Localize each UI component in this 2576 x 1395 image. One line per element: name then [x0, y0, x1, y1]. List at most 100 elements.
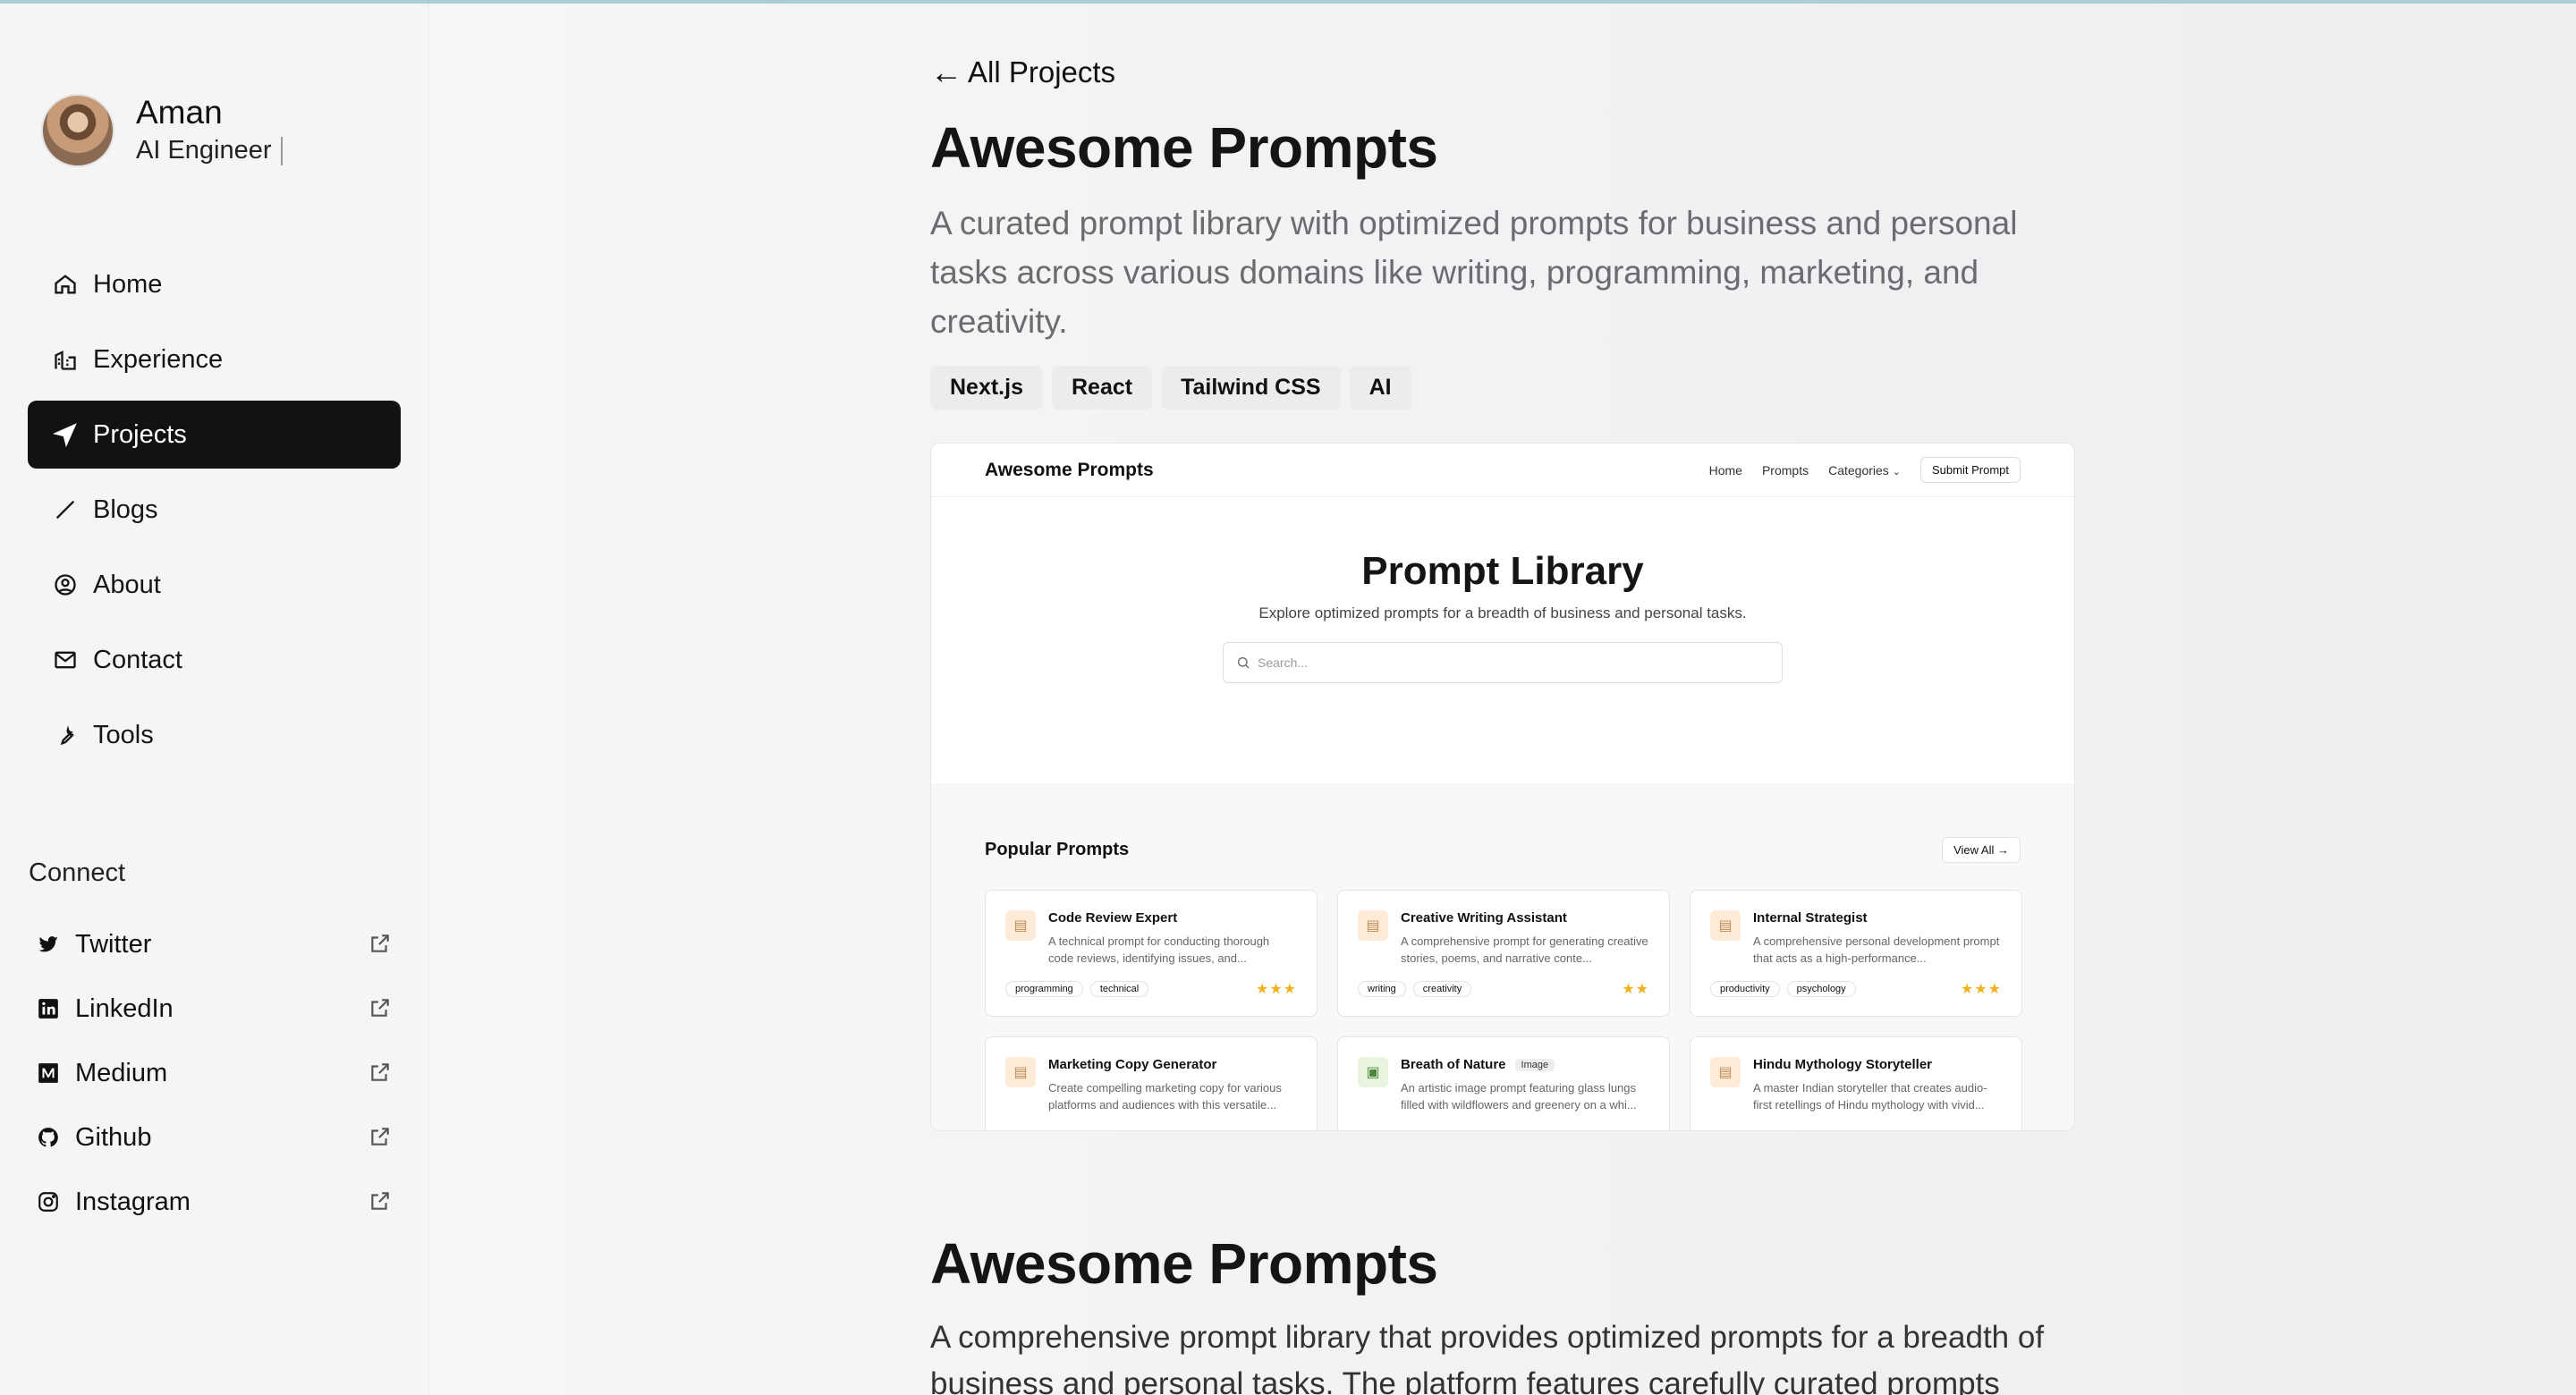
top-accent-line: [0, 0, 2576, 4]
preview-card-footer: writing creativity ★★: [1358, 980, 1649, 998]
preview-card-desc: A comprehensive personal development pro…: [1753, 934, 2000, 965]
preview-prompt-card: ▤ Marketing Copy Generator Create compel…: [985, 1036, 1318, 1130]
preview-card-footer: programming technical ★★★: [1005, 980, 1297, 998]
project-description: A curated prompt library with optimized …: [930, 205, 2018, 340]
document-icon: ▤: [1358, 910, 1388, 941]
sidebar-nav: Home Experience Projects Blogs About Con…: [28, 250, 401, 776]
social-link-label: Medium: [75, 1058, 168, 1087]
preview-card-title-text: Breath of Nature: [1401, 1057, 1506, 1072]
preview-card-desc: Create compelling marketing copy for var…: [1048, 1081, 1282, 1112]
tech-tag: AI: [1349, 366, 1411, 410]
preview-card-footer: productivity psychology ★★★: [1710, 980, 2002, 998]
external-link-icon: [369, 1061, 394, 1086]
sidebar-item-experience[interactable]: Experience: [28, 326, 401, 393]
preview-card-title: Marketing Copy Generator: [1048, 1057, 1217, 1072]
image-icon: ▣: [1358, 1057, 1388, 1087]
preview-hero: Prompt Library Explore optimized prompts…: [931, 497, 2074, 783]
tech-tag: Tailwind CSS: [1161, 366, 1341, 410]
preview-hero-subtitle: Explore optimized prompts for a breadth …: [1258, 604, 1747, 621]
sidebar-item-blogs[interactable]: Blogs: [28, 476, 401, 544]
back-to-projects-link[interactable]: ← All Projects: [930, 54, 1115, 91]
sidebar-item-label: Blogs: [93, 495, 158, 524]
preview-prompt-card: ▣ Breath of Nature Image An artistic imag…: [1337, 1036, 1670, 1130]
preview-card-chip: programming: [1005, 981, 1083, 997]
social-link-label: Instagram: [75, 1187, 191, 1216]
preview-card-desc: A technical prompt for conducting thorou…: [1048, 934, 1270, 965]
preview-nav-home: Home: [1708, 462, 1742, 478]
preview-card-chip: creativity: [1412, 981, 1472, 997]
external-link-icon: [369, 996, 394, 1021]
preview-nav-categories: Categories ⌄: [1828, 463, 1901, 478]
external-link-icon: [369, 1189, 394, 1214]
social-link-linkedin[interactable]: LinkedIn: [29, 976, 401, 1041]
preview-prompt-card: ▤ Internal Strategist A comprehensive pe…: [1690, 890, 2022, 1017]
social-link-twitter[interactable]: Twitter: [29, 912, 401, 976]
preview-card-body: Internal Strategist A comprehensive pers…: [1753, 910, 2002, 1016]
wrench-icon: [52, 722, 79, 748]
social-link-label: LinkedIn: [75, 993, 174, 1023]
sidebar-item-projects[interactable]: Projects: [28, 401, 401, 469]
profile-role: AI Engineer: [136, 132, 283, 168]
preview-nav-categories-label: Categories: [1828, 462, 1889, 478]
social-link-instagram[interactable]: Instagram: [29, 1170, 401, 1234]
sidebar-item-about[interactable]: About: [28, 551, 401, 619]
document-icon: ▤: [1005, 910, 1036, 941]
search-icon: [1238, 657, 1250, 669]
sidebar-item-label: Projects: [93, 419, 187, 449]
sidebar-item-label: About: [93, 570, 161, 599]
preview-card-grid: ▤ Code Review Expert A technical prompt …: [985, 890, 2022, 1130]
preview-card-title: Hindu Mythology Storyteller: [1753, 1057, 1933, 1072]
chevron-down-icon: ⌄: [1892, 466, 1902, 478]
sidebar-item-home[interactable]: Home: [28, 250, 401, 318]
sidebar-item-label: Home: [93, 269, 163, 299]
preview-card-badge: Image: [1514, 1058, 1555, 1071]
preview-search-input: Search...: [1223, 642, 1783, 683]
page: Aman AI Engineer Home Experience Project…: [0, 0, 2576, 1395]
github-icon: [36, 1125, 61, 1150]
preview-navbar: Awesome Prompts Home Prompts Categories ⌄…: [931, 444, 2074, 497]
preview-prompt-card: ▤ Code Review Expert A technical prompt …: [985, 890, 1318, 1017]
tech-tag: React: [1051, 366, 1153, 410]
twitter-icon: [36, 932, 61, 957]
sidebar-item-tools[interactable]: Tools: [28, 701, 401, 769]
external-link-icon: [369, 1125, 394, 1150]
typing-cursor: [280, 137, 283, 166]
sidebar-item-label: Contact: [93, 645, 182, 674]
project-header: ← All Projects Awesome Prompts A curated…: [930, 54, 2093, 410]
preview-card-title: Breath of Nature Image: [1401, 1057, 1649, 1072]
section-title: Awesome Prompts: [930, 1231, 1438, 1296]
preview-search-placeholder: Search...: [1258, 655, 1309, 670]
preview-card-body: Hindu Mythology Storyteller A master Ind…: [1753, 1057, 2002, 1130]
preview-view-all-button: View All →: [1942, 837, 2021, 863]
external-link-icon: [369, 932, 394, 957]
preview-prompt-card: ▤ Hindu Mythology Storyteller A master I…: [1690, 1036, 2022, 1130]
pen-icon: [52, 496, 79, 523]
preview-card-body: Code Review Expert A technical prompt fo…: [1048, 910, 1297, 1016]
preview-card-desc: An artistic image prompt featuring glass…: [1401, 1081, 1637, 1112]
tech-tags: Next.js React Tailwind CSS AI: [930, 366, 2093, 410]
preview-submit-button: Submit Prompt: [1920, 457, 2021, 483]
star-rating-icon: ★★★: [1255, 982, 1297, 997]
project-screenshot-preview: Awesome Prompts Home Prompts Categories ⌄…: [930, 443, 2075, 1131]
sidebar: Aman AI Engineer Home Experience Project…: [0, 0, 429, 1395]
social-link-github[interactable]: Github: [29, 1105, 401, 1170]
arrow-right-icon: →: [1997, 843, 2009, 857]
page-title: Awesome Prompts: [930, 115, 1438, 180]
arrow-left-icon: ←: [930, 54, 962, 90]
star-rating-icon: ★★★: [1960, 982, 2002, 997]
linkedin-icon: [36, 996, 61, 1021]
star-rating-icon: ★★: [1622, 982, 1649, 997]
social-link-medium[interactable]: Medium: [29, 1041, 401, 1105]
preview-card-chip: technical: [1089, 981, 1149, 997]
document-icon: ▤: [1005, 1057, 1036, 1087]
sidebar-item-contact[interactable]: Contact: [28, 626, 401, 694]
instagram-icon: [36, 1189, 61, 1214]
connect-heading: Connect: [29, 858, 126, 887]
preview-card-body: Breath of Nature Image An artistic image …: [1401, 1057, 1649, 1130]
preview-view-all-label: View All: [1953, 843, 1995, 857]
document-icon: ▤: [1710, 1057, 1741, 1087]
back-link-label: All Projects: [968, 55, 1116, 89]
preview-card-title: Code Review Expert: [1048, 910, 1178, 926]
profile-name: Aman: [136, 94, 223, 131]
preview-card-title: Internal Strategist: [1753, 910, 1868, 926]
